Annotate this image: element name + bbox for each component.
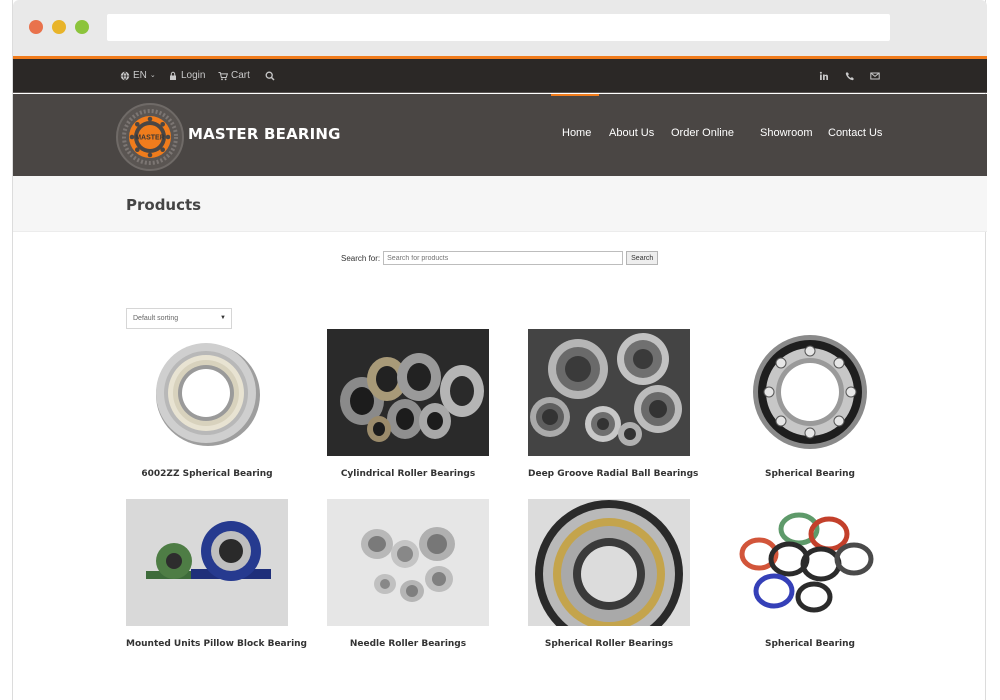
cart-link[interactable]: Cart xyxy=(218,59,250,93)
product-name[interactable]: 6002ZZ Spherical Bearing xyxy=(126,469,288,479)
product-card[interactable]: Deep Groove Radial Ball Bearings xyxy=(528,329,698,479)
product-search: Search for: Search xyxy=(341,251,659,265)
product-name[interactable]: Cylindrical Roller Bearings xyxy=(327,469,489,479)
product-image[interactable] xyxy=(327,499,489,626)
phone-link[interactable] xyxy=(845,59,855,93)
product-image[interactable] xyxy=(528,329,690,456)
product-card[interactable]: Spherical Bearing xyxy=(729,499,891,649)
product-card[interactable]: Cylindrical Roller Bearings xyxy=(327,329,489,479)
phone-icon xyxy=(845,72,854,81)
dropdown-arrow-icon: ▼ xyxy=(220,315,226,321)
cart-icon xyxy=(218,72,228,81)
master-bearing-logo[interactable]: MASTER xyxy=(115,102,185,172)
nav-about-us[interactable]: About Us xyxy=(609,127,654,139)
product-image[interactable] xyxy=(126,499,288,626)
product-image[interactable] xyxy=(126,329,288,456)
logo-lettering: MASTER xyxy=(135,135,165,142)
page-title: Products xyxy=(126,196,202,214)
login-link[interactable]: Login xyxy=(168,59,205,93)
nav-order-online[interactable]: Order Online xyxy=(671,127,734,139)
product-image[interactable] xyxy=(327,329,489,456)
product-name[interactable]: Spherical Bearing xyxy=(729,639,891,649)
product-card[interactable]: Mounted Units Pillow Block Bearing xyxy=(126,499,307,649)
language-selector[interactable]: EN ⌄ xyxy=(120,59,156,93)
cart-label: Cart xyxy=(231,70,250,81)
product-card[interactable]: 6002ZZ Spherical Bearing xyxy=(126,329,288,479)
maximize-window-button[interactable] xyxy=(75,20,89,34)
login-label: Login xyxy=(181,70,206,81)
search-toggle[interactable] xyxy=(265,59,275,93)
active-nav-indicator xyxy=(551,94,599,96)
browser-chrome xyxy=(13,0,987,56)
minimize-window-button[interactable] xyxy=(52,20,66,34)
product-name[interactable]: Spherical Bearing xyxy=(729,469,891,479)
browser-window: EN ⌄ Login Cart MASTER MASTER BEARING Ho… xyxy=(12,0,987,700)
lock-icon xyxy=(170,71,176,80)
product-image[interactable] xyxy=(729,329,891,456)
product-name[interactable]: Spherical Roller Bearings xyxy=(528,639,690,649)
search-icon xyxy=(265,71,275,81)
search-label: Search for: xyxy=(341,253,381,263)
language-label: EN xyxy=(133,70,147,81)
product-card[interactable]: Needle Roller Bearings xyxy=(327,499,489,649)
chevron-down-icon: ⌄ xyxy=(149,72,156,79)
sorting-select[interactable]: Default sorting ▼ xyxy=(126,308,232,329)
product-name[interactable]: Needle Roller Bearings xyxy=(327,639,489,649)
search-button[interactable]: Search xyxy=(626,251,659,265)
product-name[interactable]: Deep Groove Radial Ball Bearings xyxy=(528,469,698,479)
nav-contact-us[interactable]: Contact Us xyxy=(828,127,882,139)
sorting-selected: Default sorting xyxy=(133,315,179,322)
main-navigation: MASTER MASTER BEARING Home About Us Orde… xyxy=(13,94,987,176)
linkedin-link[interactable] xyxy=(819,59,829,93)
close-window-button[interactable] xyxy=(29,20,43,34)
nav-home[interactable]: Home xyxy=(562,127,591,139)
top-bar: EN ⌄ Login Cart xyxy=(13,59,987,93)
globe-icon xyxy=(120,71,130,81)
envelope-icon xyxy=(870,72,880,80)
linkedin-icon xyxy=(819,71,828,80)
address-bar[interactable] xyxy=(107,14,890,41)
search-input[interactable] xyxy=(383,251,624,265)
product-card[interactable]: Spherical Bearing xyxy=(729,329,891,479)
nav-showroom[interactable]: Showroom xyxy=(760,127,813,139)
brand-name[interactable]: MASTER BEARING xyxy=(188,125,341,143)
product-image[interactable] xyxy=(528,499,690,648)
product-image[interactable] xyxy=(729,499,891,626)
product-name[interactable]: Mounted Units Pillow Block Bearing xyxy=(126,639,307,649)
page-header: Products xyxy=(13,176,987,232)
product-card[interactable]: Spherical Roller Bearings xyxy=(528,499,690,649)
email-link[interactable] xyxy=(870,59,880,93)
